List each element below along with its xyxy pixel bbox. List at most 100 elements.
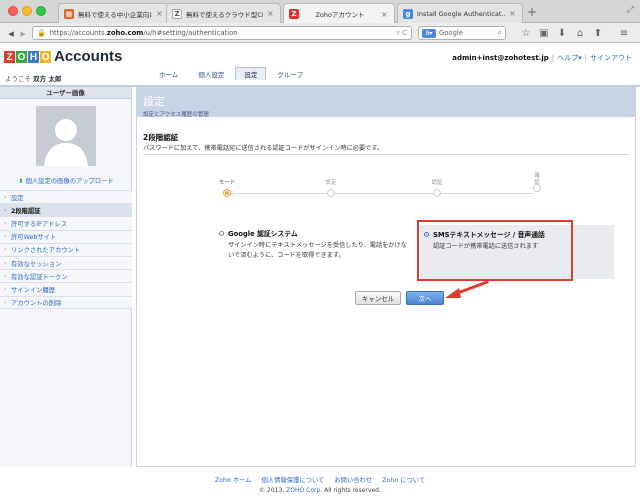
user-menu: admin+inst@zohotest.jp | ヘルプ▾ | サインアウト	[452, 53, 632, 63]
browser-tab-1[interactable]: ▦ 無料で使える中小企業向け… ×	[58, 3, 170, 23]
sidebar: ユーザー画像 ⬆ 個人設定の画像のアップロード › 設定 › 2段階認証 › 許可する…	[0, 87, 132, 467]
tab-close-icon[interactable]: ×	[267, 9, 275, 18]
sidebar-item-delete-account[interactable]: › アカウントの削除	[0, 295, 132, 309]
tab-close-icon[interactable]: ×	[381, 10, 389, 19]
sidebar-item-allowed-ips[interactable]: › 許可するIPアドレス	[0, 216, 132, 230]
tab-settings[interactable]: 設定	[235, 67, 267, 80]
chevron-right-icon: ›	[4, 272, 7, 280]
footer-link-home[interactable]: Zoho ホーム	[215, 477, 252, 484]
footer-link-privacy[interactable]: 個人情報保護について	[262, 477, 325, 484]
step-label: 設定	[325, 180, 337, 186]
logo-letter: Z	[4, 51, 15, 63]
share-icon[interactable]: ⬆	[592, 27, 604, 39]
download-icon[interactable]: ⬇	[556, 27, 568, 39]
signout-link[interactable]: サインアウト	[590, 53, 632, 63]
browser-tab-4[interactable]: g Install Google Authenticat… ×	[397, 3, 523, 23]
panel-header: 設定 設定とアクセス履歴の管理	[137, 88, 635, 118]
sidebar-item-linked-accounts[interactable]: › リンクされたアカウント	[0, 242, 132, 256]
footer-link-contact[interactable]: お問い合わせ	[334, 477, 372, 484]
highlight-box	[417, 220, 573, 281]
tab-close-icon[interactable]: ×	[509, 9, 517, 18]
browser-tab-2[interactable]: Z 無料で使えるクラウド型CR… ×	[166, 3, 281, 23]
copyright: © 2013, ZOHO Corp. All rights reserved.	[0, 487, 640, 494]
avatar-placeholder-icon	[36, 106, 96, 166]
option-title: Google 認証システム	[219, 228, 409, 238]
browser-tab-bar: ▦ 無料で使える中小企業向け… × Z 無料で使えるクラウド型CR… × Z Z…	[0, 0, 640, 24]
progress-stepper: モード 設定 認証 確 認	[219, 173, 541, 208]
tab-home[interactable]: ホーム	[150, 67, 187, 80]
copyright-prefix: © 2013,	[259, 487, 285, 494]
star-icon[interactable]: ☆	[520, 27, 532, 39]
menu-icon[interactable]: ≡	[618, 27, 630, 39]
home-icon[interactable]: ⌂	[574, 27, 586, 39]
sidebar-item-label: 2段階認証	[11, 207, 41, 215]
chevron-right-icon: ›	[4, 298, 7, 306]
sidebar-item-two-factor[interactable]: › 2段階認証	[0, 203, 132, 217]
help-link[interactable]: ヘルプ▾	[557, 53, 582, 63]
section-title: 2段階認証	[143, 133, 179, 142]
sidebar-item-active-sessions[interactable]: › 有効なセッション	[0, 255, 132, 270]
footer-links: Zoho ホーム 個人情報保護について お問い合わせ Zoho について	[0, 475, 640, 484]
radio-button[interactable]	[219, 230, 224, 236]
fullscreen-icon[interactable]: ⤢	[627, 5, 634, 15]
footer-link-about[interactable]: Zoho について	[382, 477, 425, 484]
sidebar-item-label: 許可Webサイト	[11, 234, 57, 242]
sidebar-item-settings[interactable]: › 設定	[0, 190, 132, 204]
address-bar[interactable]: 🔒 https://accounts.zoho.com/u/h#setting/…	[32, 26, 412, 40]
step-setup: 設定	[311, 178, 351, 197]
close-window-button[interactable]	[8, 6, 18, 16]
option-google-authenticator[interactable]: Google 認証システム サインイン時にテキストメッセージを受信したり、電話を…	[219, 228, 409, 261]
sidebar-item-allowed-websites[interactable]: › 許可Webサイト	[0, 229, 132, 243]
step-dot	[433, 189, 441, 197]
forward-arrow-icon[interactable]: ▸	[17, 26, 29, 40]
sidebar-item-label: 有効な認証トークン	[11, 273, 68, 281]
step-mode: モード	[207, 178, 247, 197]
upload-arrow-icon: ⬆	[18, 178, 24, 185]
sidebar-item-signin-history[interactable]: › サインイン履歴	[0, 282, 132, 296]
next-button[interactable]: 次へ	[406, 291, 444, 305]
tab-label: Zohoアカウント	[315, 11, 365, 19]
reload-icon[interactable]: ▿ C	[396, 29, 407, 37]
sidebar-item-label: 設定	[11, 194, 24, 202]
sidebar-item-label: サインイン履歴	[11, 286, 56, 294]
copyright-corp-link[interactable]: ZOHO Corp.	[286, 487, 322, 494]
step-label: 認証	[431, 180, 443, 186]
tab-personal-settings[interactable]: 個人設定	[189, 67, 233, 80]
tab-groups[interactable]: グループ	[268, 67, 312, 80]
clipboard-icon[interactable]: ▣	[538, 27, 550, 39]
sidebar-item-label: 有効なセッション	[11, 260, 62, 268]
upload-label: 個人設定の画像のアップロード	[25, 178, 114, 185]
sidebar-item-label: リンクされたアカウント	[11, 247, 81, 255]
browser-nav-bar: ◂ ▸ 🔒 https://accounts.zoho.com/u/h#sett…	[0, 23, 640, 43]
google-search-engine-icon[interactable]: 8▾	[422, 28, 436, 38]
sidebar-item-auth-tokens[interactable]: › 有効な認証トークン	[0, 269, 132, 283]
option-title-text: Google 認証システム	[228, 230, 298, 238]
step-dot	[223, 189, 231, 197]
step-label: 確 認	[534, 173, 540, 186]
google-icon: g	[403, 8, 413, 19]
zoom-window-button[interactable]	[36, 6, 46, 16]
search-icon[interactable]: ⌕	[498, 28, 502, 38]
tab-label: Install Google Authenticat…	[417, 9, 505, 18]
cancel-button[interactable]: キャンセル	[355, 291, 401, 305]
step-confirm: 確 認	[517, 173, 557, 192]
zoho-logo[interactable]: Z O H O	[4, 51, 51, 63]
minimize-window-button[interactable]	[22, 6, 32, 16]
zoho-header: Z O H O Accounts ようこそ 双方 太郎 admin+inst@z…	[0, 43, 640, 87]
welcome-name: 双方 太郎	[33, 75, 62, 83]
search-box[interactable]: 8▾ Google ⌕	[418, 26, 506, 40]
separator: |	[584, 54, 587, 62]
main-tabs: ホーム 個人設定 設定 グループ	[150, 67, 312, 80]
tab-label: 無料で使える中小企業向け…	[78, 10, 152, 19]
step-label: モード	[218, 180, 236, 186]
z-page-icon: Z	[172, 8, 182, 19]
upload-photo-link[interactable]: ⬆ 個人設定の画像のアップロード	[0, 176, 132, 185]
back-arrow-icon[interactable]: ◂	[5, 26, 17, 40]
ms-icon: ▦	[64, 8, 74, 19]
new-tab-icon[interactable]: +	[527, 5, 537, 19]
tab-close-icon[interactable]: ×	[156, 9, 164, 18]
chevron-right-icon: ›	[4, 233, 7, 241]
separator: |	[551, 54, 555, 62]
browser-tab-3[interactable]: Z Zohoアカウント ×	[283, 3, 395, 24]
tab-label: 無料で使えるクラウド型CR…	[186, 10, 263, 19]
